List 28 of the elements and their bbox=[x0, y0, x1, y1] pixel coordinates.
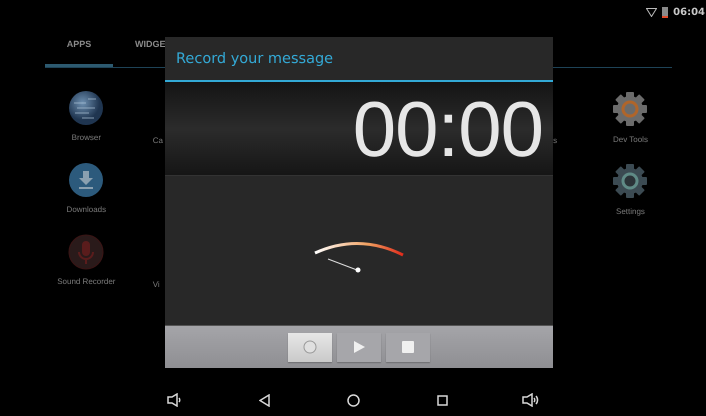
timer-readout: 00:00 bbox=[352, 90, 543, 168]
play-icon bbox=[354, 341, 364, 353]
battery-icon bbox=[662, 6, 668, 18]
globe-icon bbox=[68, 90, 104, 126]
stop-icon bbox=[402, 341, 414, 353]
volume-up-icon bbox=[522, 393, 540, 407]
volume-down-icon bbox=[167, 393, 183, 407]
app-label[interactable]: Vi bbox=[132, 234, 160, 289]
clock-time: 06:04 bbox=[673, 6, 705, 18]
launcher-tab[interactable]: APPS bbox=[45, 24, 113, 67]
app-label[interactable]: Downloads bbox=[66, 205, 106, 214]
gear-icon bbox=[611, 162, 650, 200]
app-label[interactable]: Settings bbox=[616, 207, 645, 216]
app-label[interactable]: Dev Tools bbox=[612, 135, 648, 144]
gear-icon bbox=[611, 90, 650, 128]
recents-icon bbox=[436, 394, 448, 406]
app-label[interactable]: Sound Recorder bbox=[57, 277, 116, 286]
volume-up-button[interactable] bbox=[522, 391, 540, 409]
microphone-icon bbox=[68, 234, 104, 270]
home-icon bbox=[346, 394, 360, 406]
app-label[interactable]: Ca bbox=[132, 90, 163, 145]
launcher-tab[interactable]: WIDGE bbox=[135, 24, 166, 67]
wifi-icon bbox=[646, 8, 658, 16]
record-icon bbox=[303, 340, 317, 354]
app-label[interactable]: s bbox=[553, 90, 586, 145]
download-icon bbox=[68, 162, 104, 198]
app-label[interactable]: Browser bbox=[72, 133, 102, 142]
back-icon bbox=[258, 394, 270, 406]
